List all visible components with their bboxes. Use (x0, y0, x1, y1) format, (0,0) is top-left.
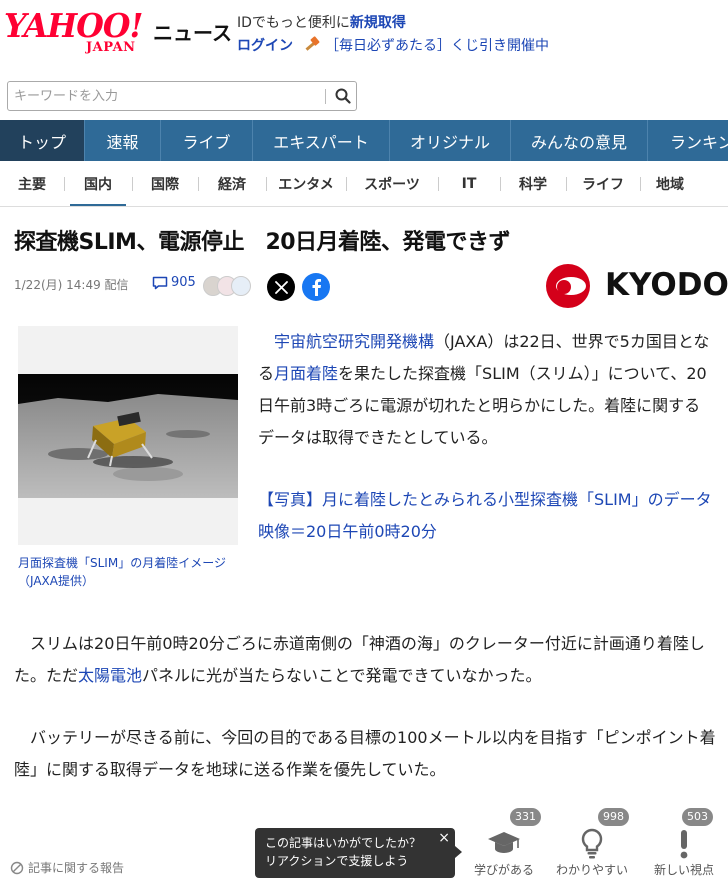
prohibited-icon (10, 861, 24, 874)
search-button[interactable] (328, 82, 358, 110)
reaction-prompt-tooltip: この記事はいかがでしたか？ リアクションで支援しよう × (255, 828, 462, 878)
reaction-learn-button[interactable]: 331 学びがある (466, 808, 542, 890)
category-tab-local[interactable]: 地域 (640, 161, 700, 206)
category-tab-life[interactable]: ライフ (566, 161, 640, 206)
tooltip-line-2: リアクションで支援しよう (265, 854, 409, 868)
avatar (231, 276, 251, 296)
photo-caption[interactable]: 月面探査機「SLIM」の月着陸イメージ（JAXA提供） (18, 554, 242, 590)
lightbulb-icon (554, 828, 630, 860)
logo-sub-text: JAPAN (86, 40, 136, 55)
category-tab-it[interactable]: IT (438, 161, 500, 206)
service-name[interactable]: ニュース (153, 17, 232, 46)
reaction-count: 331 (510, 808, 541, 826)
category-tab-domestic[interactable]: 国内 (64, 161, 132, 206)
slim-lander-image (18, 374, 238, 498)
facebook-logo-icon (312, 279, 321, 296)
share-x-button[interactable] (267, 273, 295, 301)
nav-tab-original[interactable]: オリジナル (390, 120, 511, 161)
search-box (7, 81, 357, 111)
category-nav: 主要 国内 国際 経済 エンタメ スポーツ IT 科学 ライフ 地域 (0, 161, 728, 207)
nav-tab-opinions[interactable]: みんなの意見 (511, 120, 648, 161)
category-tab-sports[interactable]: スポーツ (346, 161, 438, 206)
graduation-cap-icon (466, 828, 542, 860)
login-line: ログイン ［毎日必ずあたる］くじ引き開催中 (237, 35, 549, 55)
reaction-label: 新しい視点 (653, 863, 714, 877)
search-icon (335, 88, 351, 104)
reaction-label: わかりやすい (555, 863, 628, 877)
article-paragraph-3: バッテリーが尽きる前に、今回の目的である目標の100メートル以内を目指す「ピンポ… (14, 722, 716, 786)
related-photo-link[interactable]: 【写真】月に着陸したとみられる小型探査機「SLIM」のデータ映像＝20日午前0時… (258, 484, 716, 548)
publisher-logo[interactable]: KYODO (537, 263, 728, 309)
main-nav: トップ 速報 ライブ エキスパート オリジナル みんなの意見 ランキング (0, 120, 728, 161)
nav-tab-live[interactable]: ライブ (161, 120, 253, 161)
close-icon[interactable]: × (438, 829, 450, 847)
article-date: 1/22(月) 14:49 配信 (14, 278, 129, 292)
publisher-name: KYODO (605, 267, 728, 303)
x-logo-icon (274, 280, 288, 294)
reaction-label: 学びがある (473, 863, 534, 877)
category-tab-economy[interactable]: 経済 (198, 161, 266, 206)
id-promo-text: IDでもっと便利に (237, 15, 350, 31)
comment-link[interactable]: 905 (152, 275, 196, 290)
category-tab-entertainment[interactable]: エンタメ (266, 161, 346, 206)
login-link[interactable]: ログイン (237, 35, 293, 55)
category-tab-main[interactable]: 主要 (0, 161, 64, 206)
report-link[interactable]: 記事に関する報告 (10, 859, 124, 876)
paragraph-2-text-b: パネルに光が当たらないことで発電できていなかった。 (142, 666, 542, 685)
category-tab-world[interactable]: 国際 (132, 161, 198, 206)
register-link[interactable]: 新規取得 (350, 15, 406, 31)
exclamation-icon (646, 828, 722, 860)
nav-tab-expert[interactable]: エキスパート (253, 120, 390, 161)
keyword-link-moon-landing[interactable]: 月面着陸 (274, 364, 338, 383)
search-input[interactable] (8, 82, 318, 110)
paragraph-3-text: バッテリーが尽きる前に、今回の目的である目標の100メートル以内を目指す「ピンポ… (14, 728, 716, 779)
keyword-link-jaxa[interactable]: 宇宙航空研究開発機構 (274, 332, 434, 351)
nav-tab-ranking[interactable]: ランキング (648, 120, 728, 161)
tooltip-line-1: この記事はいかがでしたか？ (265, 836, 422, 850)
reaction-new-perspective-button[interactable]: 503 新しい視点 (646, 808, 722, 890)
article-title: 探査機SLIM、電源停止 20日月着陸、発電できず (14, 230, 511, 255)
logo-main-text: YAHOO! (4, 6, 143, 45)
comment-icon (152, 276, 168, 289)
commenter-avatars[interactable] (203, 276, 251, 296)
keyword-link-solar-cell[interactable]: 太陽電池 (78, 666, 142, 685)
nav-tab-breaking[interactable]: 速報 (85, 120, 161, 161)
article-paragraph-1: 宇宙航空研究開発機構（JAXA）は22日、世界で5カ国目となる月面着陸を果たした… (258, 326, 716, 454)
reaction-count: 503 (682, 808, 713, 826)
reaction-count: 998 (598, 808, 629, 826)
id-promo-line: IDでもっと便利に新規取得 (237, 12, 406, 32)
report-label: 記事に関する報告 (28, 861, 125, 875)
kyodo-mark-icon (546, 264, 590, 308)
comment-count: 905 (171, 275, 196, 290)
nav-tab-top[interactable]: トップ (0, 120, 85, 161)
share-facebook-button[interactable] (302, 273, 330, 301)
article-photo[interactable] (18, 326, 238, 545)
yahoo-japan-logo[interactable]: YAHOO! JAPAN (4, 8, 149, 56)
search-divider (325, 89, 326, 104)
site-header: YAHOO! JAPAN ニュース IDでもっと便利に新規取得 ログイン ［毎日… (0, 0, 728, 72)
category-tab-science[interactable]: 科学 (500, 161, 566, 206)
lottery-promo-link[interactable]: ［毎日必ずあたる］くじ引き開催中 (325, 35, 549, 55)
article-paragraph-2: スリムは20日午前0時20分ごろに赤道南側の「神酒の海」のクレーター付近に計画通… (14, 628, 716, 692)
lottery-hammer-icon (303, 36, 321, 54)
reaction-clear-button[interactable]: 998 わかりやすい (554, 808, 630, 890)
